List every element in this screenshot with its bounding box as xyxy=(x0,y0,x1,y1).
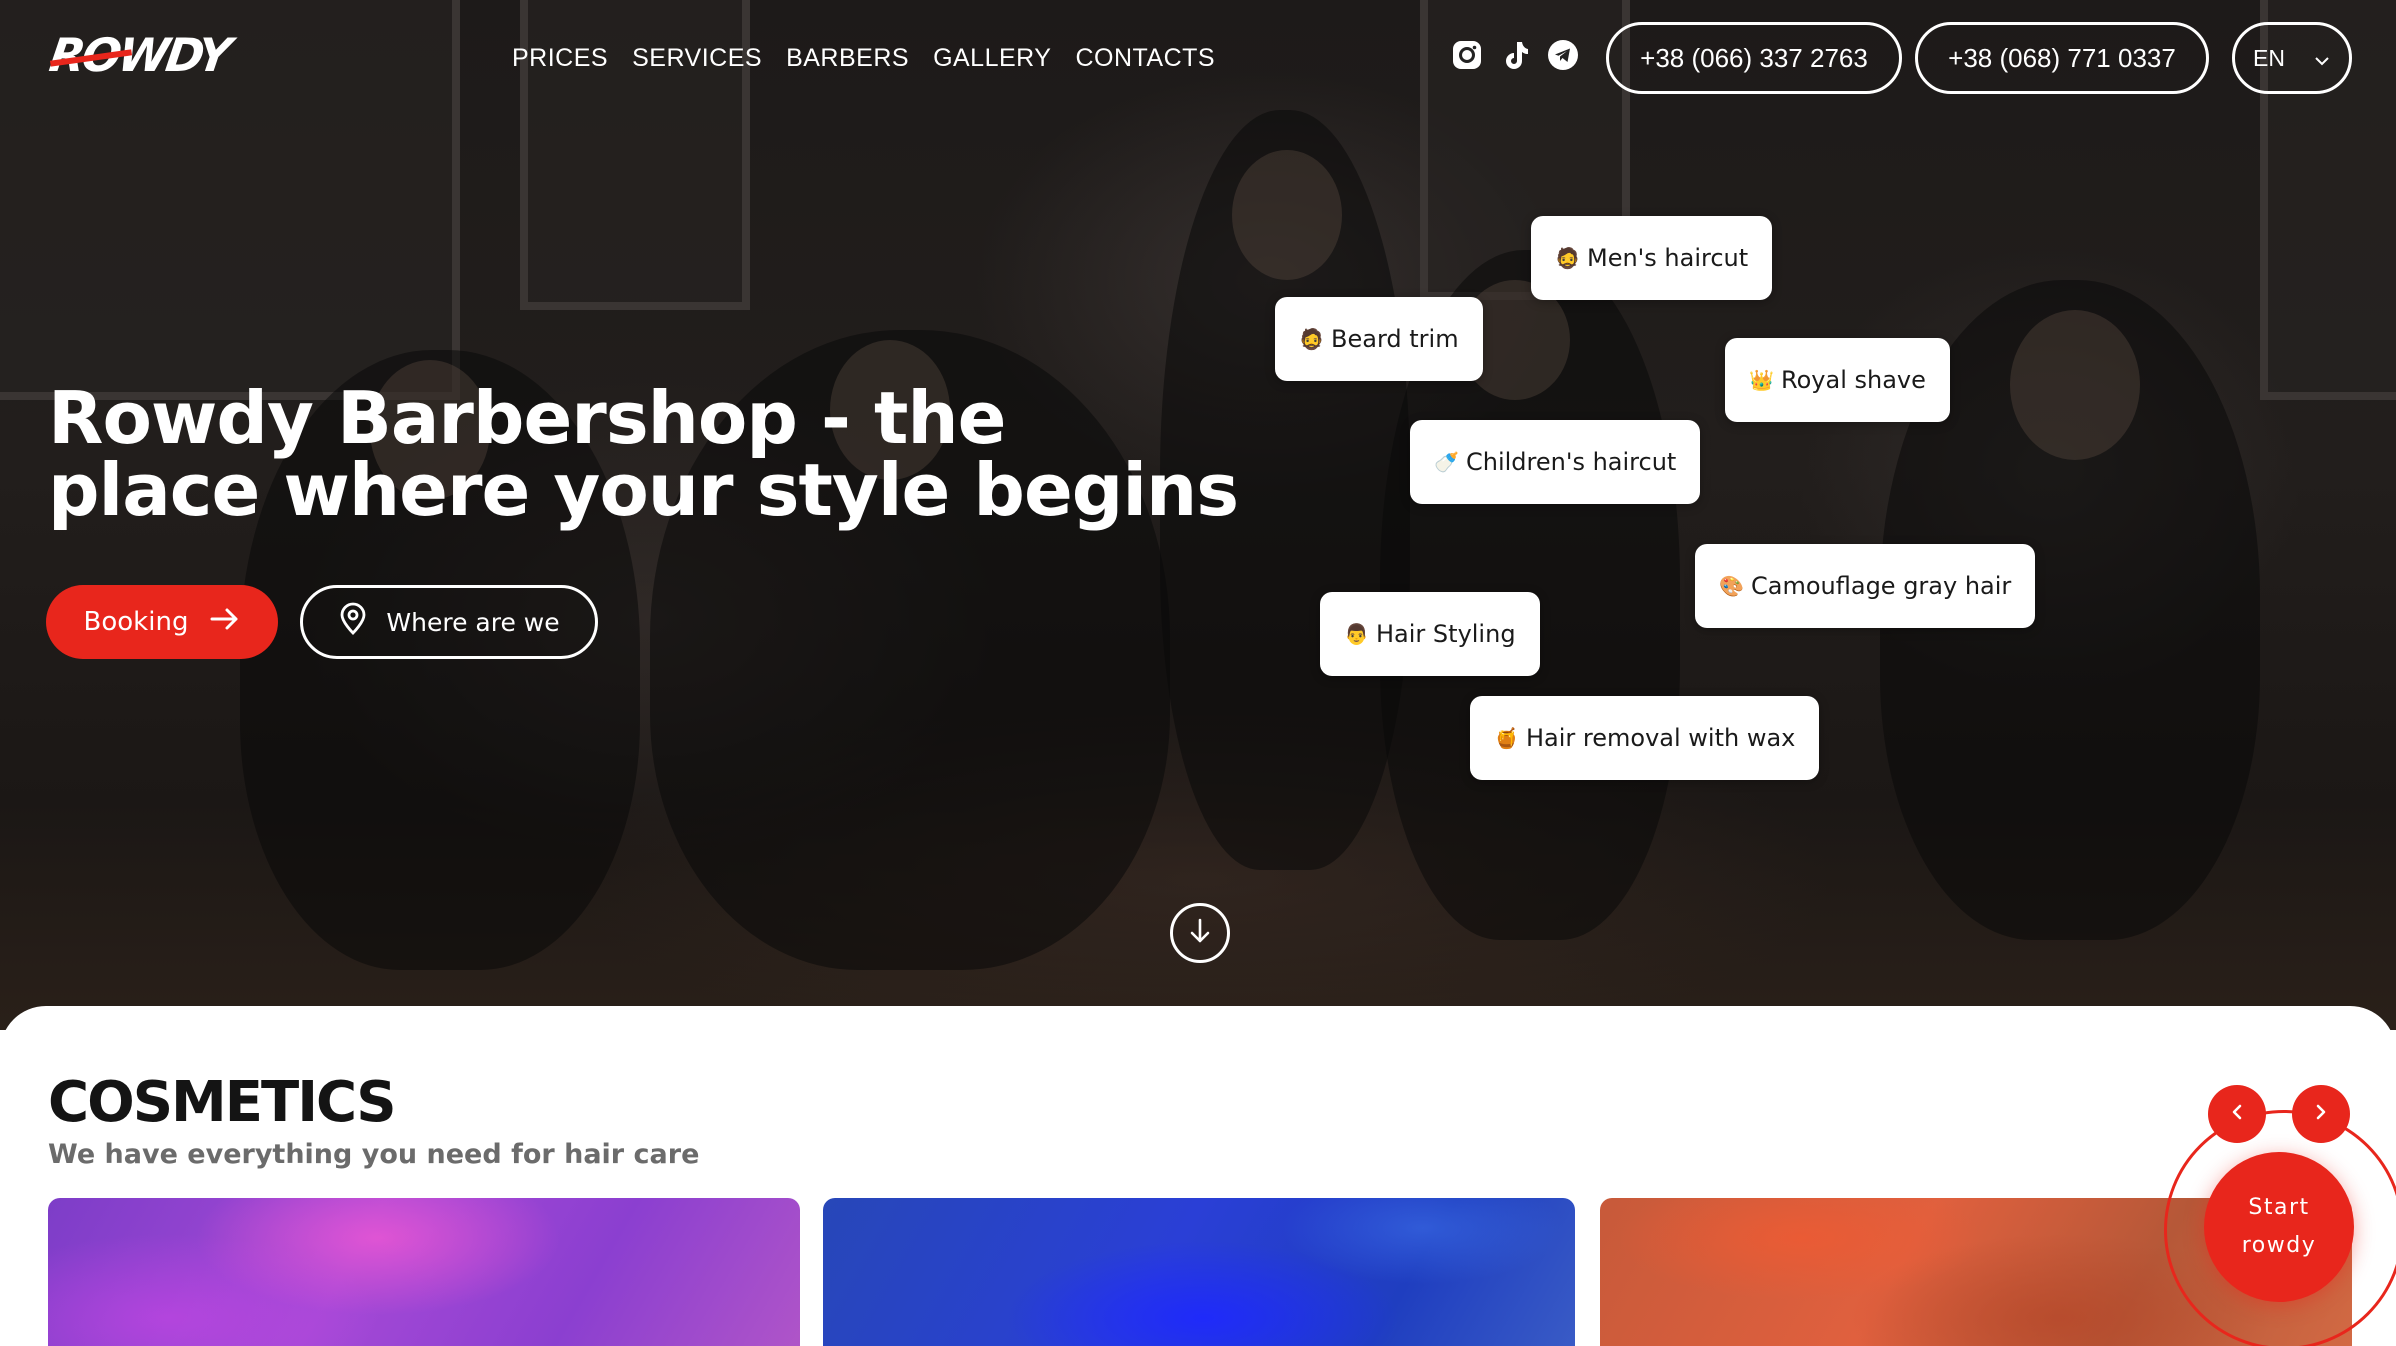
service-tag-beard-trim[interactable]: 🧔 Beard trim xyxy=(1275,297,1483,381)
cosmetics-section: COSMETICS We have everything you need fo… xyxy=(0,1006,2396,1346)
bearded-man-icon: 🧔 xyxy=(1555,246,1580,270)
where-label: Where are we xyxy=(386,607,560,637)
where-are-we-button[interactable]: Where are we xyxy=(300,585,598,659)
arrow-down-icon xyxy=(1187,917,1213,949)
product-card[interactable] xyxy=(823,1198,1575,1346)
instagram-icon[interactable] xyxy=(1450,38,1484,72)
crown-icon: 👑 xyxy=(1749,368,1774,392)
hero-title-line1: Rowdy Barbershop - the xyxy=(48,376,1006,460)
telegram-icon[interactable] xyxy=(1546,38,1580,72)
hero-title-line2: place where your style begins xyxy=(48,448,1239,532)
location-pin-icon xyxy=(338,602,368,642)
nav-item-services[interactable]: SERVICES xyxy=(632,40,762,76)
chevron-left-icon xyxy=(2230,1103,2244,1125)
carousel-next-button[interactable] xyxy=(2292,1085,2350,1143)
hero-section: ROWDY PRICES SERVICES BARBERS GALLERY CO… xyxy=(0,0,2396,1030)
baby-bottle-icon: 🍼 xyxy=(1434,450,1459,474)
service-tag-label: Hair Styling xyxy=(1376,620,1516,648)
service-tag-label: Beard trim xyxy=(1331,325,1459,353)
arrow-right-icon xyxy=(210,607,240,638)
nav-item-contacts[interactable]: CONTACTS xyxy=(1075,40,1215,76)
service-tag-camouflage-gray-hair[interactable]: 🎨 Camouflage gray hair xyxy=(1695,544,2036,628)
phone-button-1[interactable]: +38 (066) 337 2763 xyxy=(1606,22,1902,94)
person-face xyxy=(1232,150,1342,280)
bearded-man-icon: 🧔 xyxy=(1299,327,1324,351)
nav-item-barbers[interactable]: BARBERS xyxy=(786,40,909,76)
cosmetics-subtitle: We have everything you need for hair car… xyxy=(48,1139,700,1170)
service-tag-label: Men's haircut xyxy=(1587,244,1749,272)
language-select[interactable]: EN xyxy=(2232,22,2352,94)
nav-item-prices[interactable]: PRICES xyxy=(512,40,608,76)
start-rowdy-button[interactable]: Start rowdy xyxy=(2204,1152,2354,1302)
start-line2: rowdy xyxy=(2241,1233,2317,1258)
palette-icon: 🎨 xyxy=(1719,574,1744,598)
tiktok-icon[interactable] xyxy=(1498,38,1532,72)
phone-button-2[interactable]: +38 (068) 771 0337 xyxy=(1915,22,2209,94)
nav-item-gallery[interactable]: GALLERY xyxy=(933,40,1051,76)
man-icon: 👨 xyxy=(1344,622,1369,646)
honey-pot-icon: 🍯 xyxy=(1494,726,1519,750)
main-nav: PRICES SERVICES BARBERS GALLERY CONTACTS xyxy=(512,40,1215,76)
service-tag-label: Camouflage gray hair xyxy=(1751,572,2012,600)
language-label: EN xyxy=(2253,44,2285,71)
service-tag-hair-styling[interactable]: 👨 Hair Styling xyxy=(1320,592,1540,676)
hero-title: Rowdy Barbershop - the place where your … xyxy=(48,382,1248,526)
start-line1: Start xyxy=(2248,1195,2310,1220)
service-tag-mens-haircut[interactable]: 🧔 Men's haircut xyxy=(1531,216,1773,300)
product-card[interactable] xyxy=(48,1198,800,1346)
chevron-right-icon xyxy=(2314,1103,2328,1125)
service-tag-hair-removal-wax[interactable]: 🍯 Hair removal with wax xyxy=(1470,696,1820,780)
service-tag-label: Children's haircut xyxy=(1466,448,1677,476)
scroll-down-button[interactable] xyxy=(1170,903,1230,963)
booking-button[interactable]: Booking xyxy=(46,585,278,659)
carousel-prev-button[interactable] xyxy=(2208,1085,2266,1143)
service-tag-childrens-haircut[interactable]: 🍼 Children's haircut xyxy=(1410,420,1701,504)
person-face xyxy=(2010,310,2140,460)
service-tag-royal-shave[interactable]: 👑 Royal shave xyxy=(1725,338,1950,422)
chevron-down-icon xyxy=(2313,43,2331,74)
service-tag-label: Hair removal with wax xyxy=(1526,724,1796,752)
logo[interactable]: ROWDY xyxy=(46,28,253,82)
service-tag-label: Royal shave xyxy=(1781,366,1926,394)
booking-label: Booking xyxy=(83,607,189,637)
cosmetics-title: COSMETICS xyxy=(48,1070,397,1135)
